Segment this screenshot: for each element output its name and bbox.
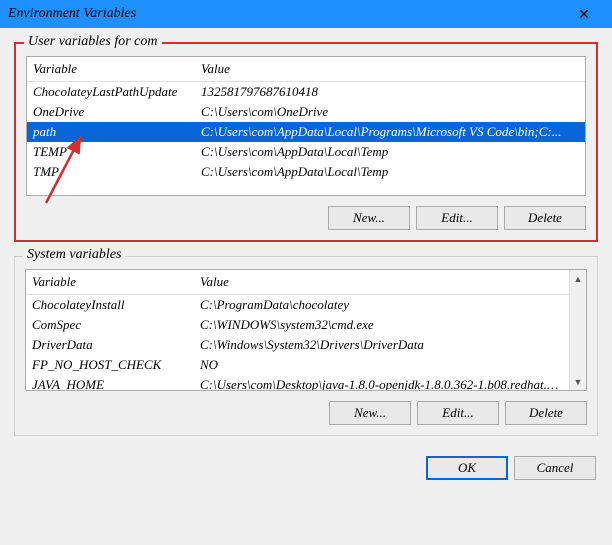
edit-button[interactable]: Edit...: [417, 401, 499, 425]
list-item[interactable]: TMP C:\Users\com\AppData\Local\Temp: [27, 162, 585, 182]
close-icon: ✕: [578, 6, 590, 23]
column-variable[interactable]: Variable: [26, 270, 194, 294]
list-item[interactable]: OneDrive C:\Users\com\OneDrive: [27, 102, 585, 122]
delete-button[interactable]: Delete: [504, 206, 586, 230]
list-item[interactable]: DriverData C:\Windows\System32\Drivers\D…: [26, 335, 569, 355]
user-button-row: New... Edit... Delete: [26, 206, 586, 230]
footer-button-row: OK Cancel: [14, 450, 598, 480]
close-button[interactable]: ✕: [564, 0, 604, 28]
window-title: Environment Variables: [8, 6, 564, 22]
scroll-up-icon[interactable]: ▲: [570, 270, 586, 287]
list-header: Variable Value: [27, 57, 585, 82]
list-item[interactable]: JAVA_HOME C:\Users\com\Desktop\java-1.8.…: [26, 375, 569, 390]
system-variables-list[interactable]: Variable Value ChocolateyInstall C:\Prog…: [25, 269, 587, 391]
ok-button[interactable]: OK: [426, 456, 508, 480]
edit-button[interactable]: Edit...: [416, 206, 498, 230]
user-variables-group: User variables for com Variable Value Ch…: [14, 42, 598, 242]
list-header: Variable Value: [26, 270, 569, 295]
system-button-row: New... Edit... Delete: [25, 401, 587, 425]
new-button[interactable]: New...: [329, 401, 411, 425]
new-button[interactable]: New...: [328, 206, 410, 230]
column-value[interactable]: Value: [194, 270, 569, 294]
user-variables-list[interactable]: Variable Value ChocolateyLastPathUpdate …: [26, 56, 586, 196]
list-item[interactable]: ChocolateyInstall C:\ProgramData\chocola…: [26, 295, 569, 315]
list-item[interactable]: TEMP C:\Users\com\AppData\Local\Temp: [27, 142, 585, 162]
scrollbar[interactable]: ▲ ▼: [569, 270, 586, 390]
list-item[interactable]: ComSpec C:\WINDOWS\system32\cmd.exe: [26, 315, 569, 335]
titlebar: Environment Variables ✕: [0, 0, 612, 28]
list-item[interactable]: FP_NO_HOST_CHECK NO: [26, 355, 569, 375]
cancel-button[interactable]: Cancel: [514, 456, 596, 480]
window-body: User variables for com Variable Value Ch…: [0, 28, 612, 545]
system-group-legend: System variables: [23, 247, 125, 263]
list-item[interactable]: ChocolateyLastPathUpdate 132581797687610…: [27, 82, 585, 102]
user-group-legend: User variables for com: [24, 34, 162, 50]
scroll-down-icon[interactable]: ▼: [570, 373, 586, 390]
delete-button[interactable]: Delete: [505, 401, 587, 425]
column-value[interactable]: Value: [195, 57, 585, 81]
list-item-selected[interactable]: path C:\Users\com\AppData\Local\Programs…: [27, 122, 585, 142]
column-variable[interactable]: Variable: [27, 57, 195, 81]
system-variables-group: System variables Variable Value Chocolat…: [14, 256, 598, 436]
scroll-track[interactable]: [570, 287, 586, 373]
